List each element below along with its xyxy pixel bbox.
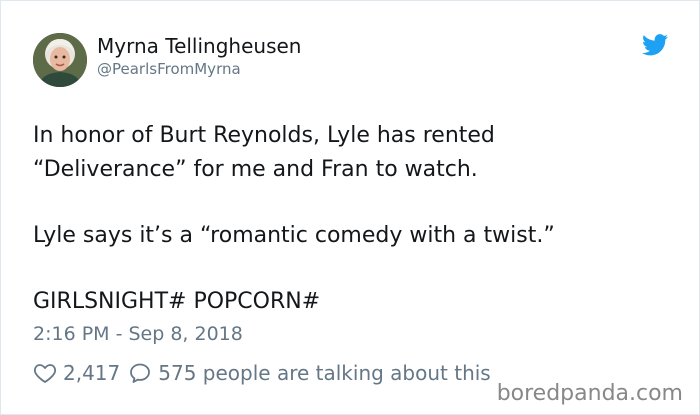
tweet-paragraph: Lyle says it’s a “romantic comedy with a…	[33, 219, 673, 253]
tweet-paragraph: In honor of Burt Reynolds, Lyle has rent…	[33, 119, 673, 187]
tweet-line: Lyle says it’s a “romantic comedy with a…	[33, 223, 555, 248]
tweet-line: GIRLSNIGHT# POPCORN#	[33, 289, 321, 314]
twitter-bird-icon[interactable]	[642, 34, 668, 56]
tweet-paragraph: GIRLSNIGHT# POPCORN#	[33, 285, 673, 319]
tweet-line: In honor of Burt Reynolds, Lyle has rent…	[33, 123, 495, 148]
author-name[interactable]: Myrna Tellingheusen	[97, 34, 301, 58]
comments-link[interactable]: 575 people are talking about this	[158, 361, 490, 385]
tweet-line: “Deliverance” for me and Fran to watch.	[33, 157, 478, 182]
tweet-card: Myrna Tellingheusen @PearlsFromMyrna In …	[0, 0, 700, 415]
tweet-timestamp[interactable]: 2:16 PM - Sep 8, 2018	[33, 323, 243, 345]
author-handle[interactable]: @PearlsFromMyrna	[97, 60, 241, 78]
heart-icon[interactable]	[33, 361, 57, 385]
author-avatar[interactable]	[33, 33, 87, 87]
engagement-bar: 2,417 575 people are talking about this	[33, 357, 491, 389]
elderly-woman-avatar-icon	[33, 33, 87, 87]
watermark-text: boredpanda.com	[496, 381, 683, 406]
like-count[interactable]: 2,417	[63, 361, 120, 385]
comment-bubble-icon[interactable]	[128, 361, 152, 385]
tweet-text: In honor of Burt Reynolds, Lyle has rent…	[33, 119, 673, 351]
